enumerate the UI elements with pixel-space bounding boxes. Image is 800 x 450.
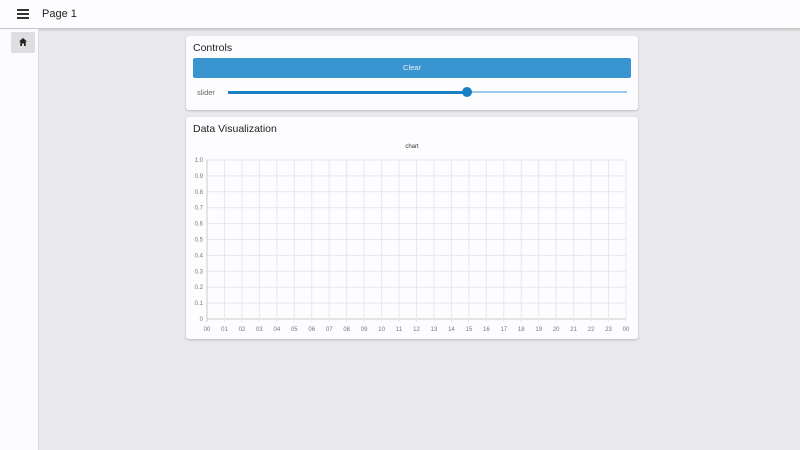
x-tick-label: 13 bbox=[431, 327, 438, 333]
x-tick-label: 09 bbox=[361, 327, 368, 333]
x-tick-label: 18 bbox=[518, 327, 525, 333]
slider-thumb[interactable] bbox=[462, 87, 473, 97]
sidebar-item-home[interactable] bbox=[11, 32, 35, 53]
x-tick-label: 03 bbox=[256, 327, 263, 333]
x-tick-label: 10 bbox=[378, 327, 385, 333]
y-tick-label: 0.4 bbox=[195, 253, 204, 259]
x-tick-label: 23 bbox=[605, 327, 612, 333]
x-tick-label: 11 bbox=[396, 327, 403, 333]
visualization-card: Data Visualization chart 0 0.1 0.2 0.3 0.4 0.… bbox=[186, 117, 638, 339]
chart: 0 0.1 0.2 0.3 0.4 0.5 0.6 0.7 0.8 0.9 1.0 00 01 02 03 0… bbox=[195, 158, 630, 333]
slider-label: slider bbox=[197, 88, 215, 97]
x-tick-label: 14 bbox=[448, 327, 455, 333]
y-tick-label: 1.0 bbox=[195, 158, 204, 164]
slider-fill bbox=[228, 90, 468, 94]
home-icon bbox=[19, 38, 27, 46]
y-tick-label: 0.6 bbox=[195, 222, 204, 228]
x-tick-label: 00 bbox=[204, 327, 211, 333]
x-tick-label: 16 bbox=[483, 327, 490, 333]
controls-title: Controls bbox=[193, 42, 233, 54]
top-bar: Page 1 bbox=[0, 0, 800, 29]
sidebar bbox=[0, 29, 39, 450]
x-tick-label: 12 bbox=[413, 327, 420, 333]
x-tick-label: 21 bbox=[570, 327, 577, 333]
y-tick-label: 0.2 bbox=[195, 285, 204, 291]
x-tick-label: 17 bbox=[500, 327, 507, 333]
y-tick-label: 0.5 bbox=[195, 238, 204, 244]
x-tick-label: 08 bbox=[343, 327, 350, 333]
y-tick-label: 0.1 bbox=[195, 301, 204, 307]
x-tick-label: 20 bbox=[553, 327, 560, 333]
x-tick-label: 06 bbox=[308, 327, 315, 333]
slider[interactable] bbox=[228, 87, 627, 97]
y-tick-label: 0.9 bbox=[195, 174, 204, 180]
x-tick-label: 07 bbox=[326, 327, 333, 333]
x-tick-label: 04 bbox=[273, 327, 280, 333]
y-tick-label: 0 bbox=[200, 317, 204, 323]
y-tick-label: 0.8 bbox=[195, 190, 204, 196]
x-tick-label: 00 bbox=[623, 327, 630, 333]
controls-card: Controls Clear slider bbox=[186, 36, 638, 110]
menu-icon[interactable] bbox=[17, 9, 29, 19]
x-tick-label: 02 bbox=[239, 327, 246, 333]
x-tick-label: 19 bbox=[535, 327, 542, 333]
y-tick-label: 0.3 bbox=[195, 269, 204, 275]
page-title: Page 1 bbox=[42, 8, 77, 20]
x-tick-label: 22 bbox=[588, 327, 595, 333]
x-tick-label: 01 bbox=[221, 327, 228, 333]
clear-button[interactable]: Clear bbox=[193, 58, 631, 78]
y-tick-label: 0.7 bbox=[195, 206, 204, 212]
x-tick-label: 05 bbox=[291, 327, 298, 333]
x-tick-label: 15 bbox=[466, 327, 473, 333]
